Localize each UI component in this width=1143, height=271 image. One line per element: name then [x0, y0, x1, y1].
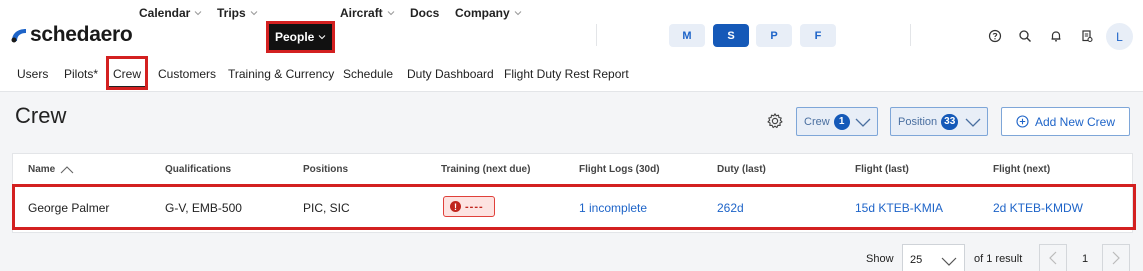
nav-aircraft[interactable]: Aircraft [340, 0, 395, 26]
table-row[interactable]: George Palmer G-V, EMB-500 PIC, SIC ! --… [12, 184, 1136, 230]
nav-people[interactable]: People [265, 21, 336, 53]
sort-ascending-icon [60, 166, 74, 174]
subnav-customers[interactable]: Customers [158, 67, 216, 81]
plus-circle-icon [1016, 115, 1029, 128]
toolbar-divider [910, 24, 911, 46]
mode-button-f[interactable]: F [800, 24, 836, 47]
nav-docs-label: Docs [410, 6, 440, 20]
cell-flight-last-link[interactable]: 15d KTEB-KMIA [855, 201, 943, 215]
mode-button-s[interactable]: S [713, 24, 749, 47]
subnav-pilots[interactable]: Pilots* [64, 67, 98, 81]
chevron-down-icon [319, 35, 326, 40]
error-icon: ! [450, 201, 461, 212]
training-status-badge[interactable]: ! ---- [443, 196, 495, 217]
chevron-down-icon [250, 11, 258, 16]
column-header-duty[interactable]: Duty (last) [717, 164, 766, 175]
page-size-select[interactable]: 25 [902, 244, 965, 271]
report-icon[interactable] [1078, 27, 1096, 45]
subnav-flight-duty-rest-report[interactable]: Flight Duty Rest Report [504, 67, 629, 81]
cell-flight-next-link[interactable]: 2d KTEB-KMDW [993, 201, 1083, 215]
nav-trips-label: Trips [217, 6, 246, 20]
app-logo[interactable]: schedaero [10, 23, 133, 47]
nav-calendar[interactable]: Calendar [139, 0, 202, 26]
add-new-crew-button[interactable]: Add New Crew [1001, 107, 1130, 136]
column-header-flight-last[interactable]: Flight (last) [855, 164, 909, 175]
chevron-left-icon [1049, 251, 1057, 265]
current-page-number[interactable]: 1 [1075, 253, 1095, 265]
result-count: of 1 result [974, 253, 1023, 265]
people-subnav: Users Pilots* Crew Customers Training & … [0, 56, 1143, 92]
logo-text: schedaero [30, 23, 133, 46]
chevron-down-icon [941, 257, 957, 266]
cell-positions: PIC, SIC [303, 201, 350, 215]
nav-docs[interactable]: Docs [410, 0, 439, 26]
help-icon[interactable] [986, 27, 1004, 45]
subnav-crew[interactable]: Crew [105, 56, 149, 90]
avatar[interactable]: L [1106, 23, 1133, 50]
page-title: Crew [15, 103, 67, 128]
column-header-name-label: Name [28, 164, 56, 175]
chevron-down-icon [195, 11, 202, 16]
column-header-training[interactable]: Training (next due) [441, 164, 530, 175]
crew-filter-label: Crew [804, 115, 830, 128]
nav-calendar-label: Calendar [139, 6, 191, 20]
nav-divider [596, 24, 597, 46]
nav-company-label: Company [455, 6, 510, 20]
position-filter-count-badge: 33 [941, 113, 959, 130]
chevron-right-icon [1112, 251, 1120, 265]
subnav-users[interactable]: Users [17, 67, 48, 81]
crew-table: Name Qualifications Positions Training (… [12, 153, 1136, 233]
pager-show-label: Show [866, 253, 894, 265]
column-header-positions[interactable]: Positions [303, 164, 348, 175]
column-header-name[interactable]: Name [28, 164, 74, 175]
subnav-duty-dashboard[interactable]: Duty Dashboard [407, 67, 494, 81]
bell-icon[interactable] [1047, 27, 1065, 45]
previous-page-button[interactable] [1039, 244, 1067, 271]
column-header-flight-logs[interactable]: Flight Logs (30d) [579, 164, 660, 175]
cell-flight-logs-link[interactable]: 1 incomplete [579, 201, 647, 215]
mode-button-p[interactable]: P [756, 24, 792, 47]
chevron-down-icon [387, 11, 395, 16]
search-icon[interactable] [1016, 27, 1034, 45]
subnav-training-currency[interactable]: Training & Currency [228, 67, 334, 81]
crew-filter-count-badge: 1 [833, 113, 850, 130]
cell-qualifications: G-V, EMB-500 [165, 201, 242, 215]
nav-people-label: People [275, 30, 315, 44]
next-page-button[interactable] [1102, 244, 1130, 271]
top-bar: schedaero Calendar Trips People Aircraft… [0, 0, 1143, 56]
logo-mark-icon [11, 29, 26, 43]
training-status-text: ---- [465, 200, 484, 213]
nav-company[interactable]: Company [455, 0, 522, 26]
chevron-down-icon [965, 118, 981, 127]
gear-icon[interactable] [766, 112, 784, 130]
mode-button-m[interactable]: M [669, 24, 705, 47]
subnav-schedule[interactable]: Schedule [343, 67, 393, 81]
position-filter-dropdown[interactable]: Position 33 [890, 107, 988, 136]
position-filter-label: Position [898, 115, 938, 128]
cell-duty-link[interactable]: 262d [717, 201, 744, 215]
add-new-crew-label: Add New Crew [1034, 114, 1116, 129]
page-size-value: 25 [910, 254, 923, 266]
cell-name: George Palmer [28, 201, 110, 215]
crew-filter-dropdown[interactable]: Crew 1 [796, 107, 878, 136]
nav-aircraft-label: Aircraft [340, 6, 383, 20]
chevron-down-icon [514, 11, 522, 16]
nav-trips[interactable]: Trips [217, 0, 258, 26]
column-header-qualifications[interactable]: Qualifications [165, 164, 231, 175]
column-header-flight-next[interactable]: Flight (next) [993, 164, 1050, 175]
chevron-down-icon [855, 118, 871, 127]
